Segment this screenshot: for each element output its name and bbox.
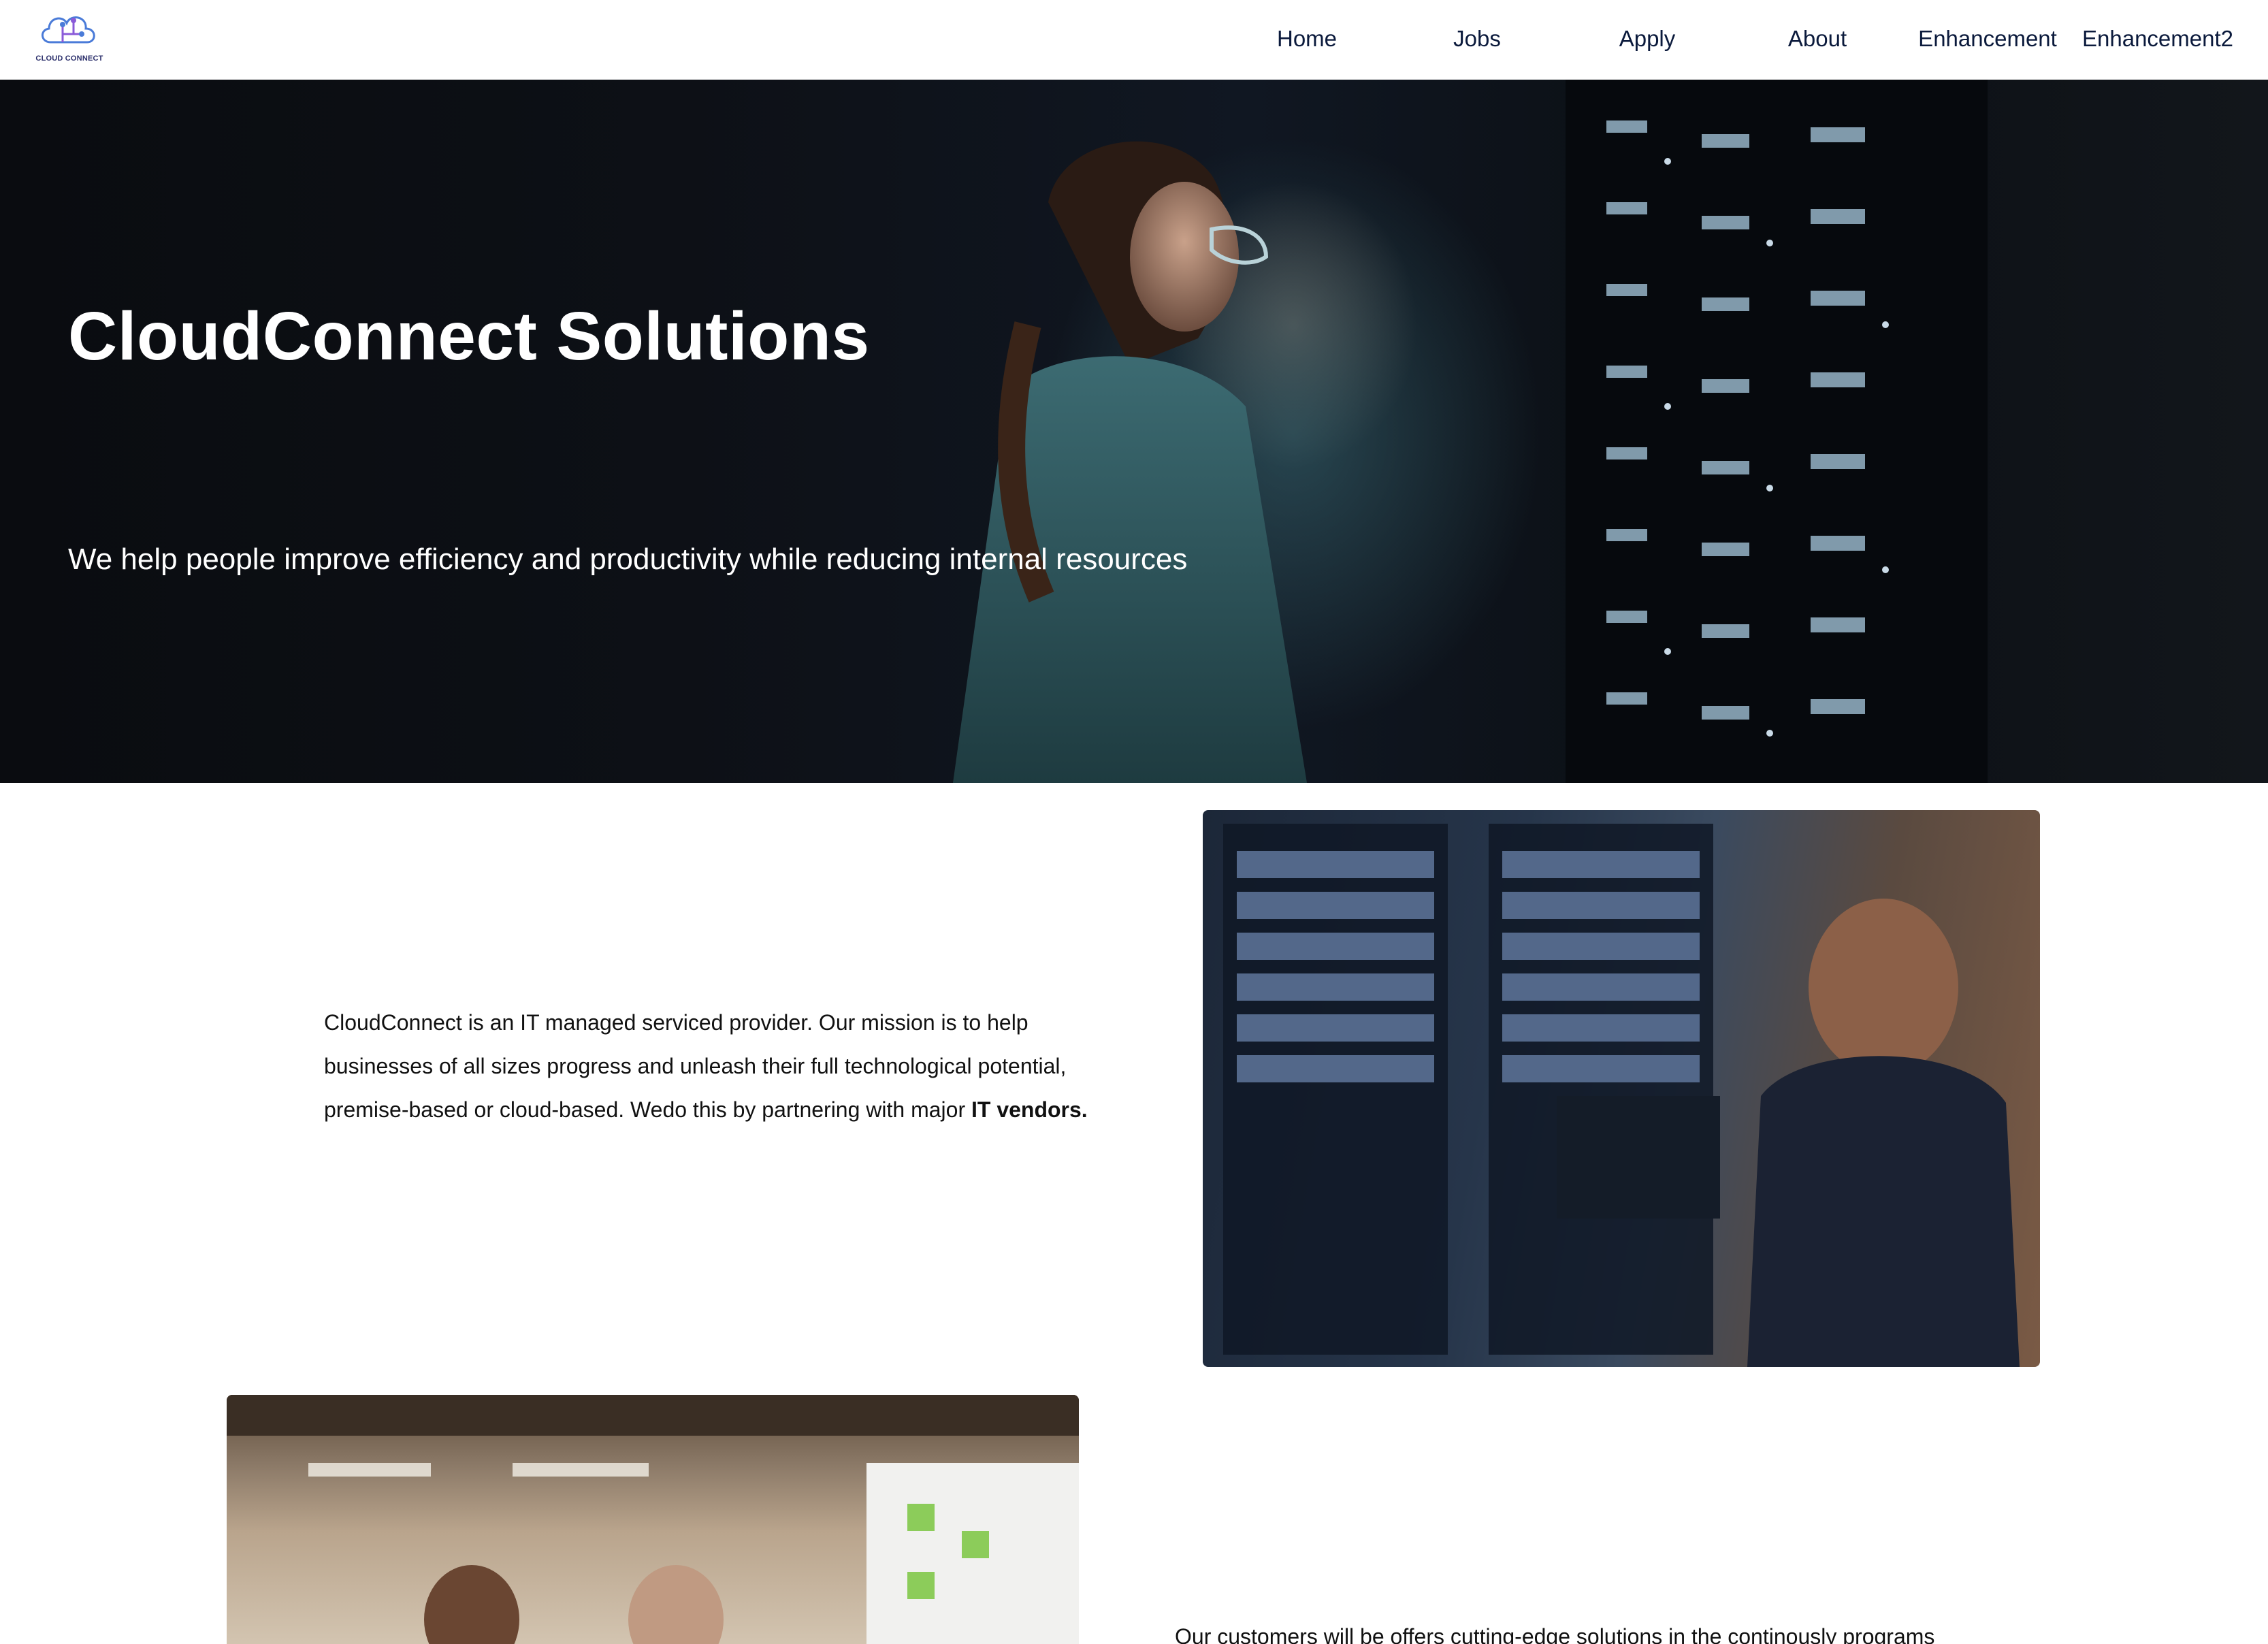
main-nav: Home Jobs Apply About Enhancement Enhanc…: [0, 0, 2268, 80]
customers-text: Our customers will be offers cutting-edg…: [1175, 1624, 1935, 1644]
hero-woman-image: [953, 141, 1307, 783]
page: CLOUD CONNECT Home Jobs Apply About Enha…: [0, 0, 2268, 1644]
nav-apply[interactable]: Apply: [1619, 26, 1676, 52]
team-meeting-image: [227, 1395, 1079, 1644]
nav-enhancement[interactable]: Enhancement: [1918, 26, 2057, 52]
team-image-graphic: [227, 1395, 1079, 1644]
nav-about[interactable]: About: [1788, 26, 1847, 52]
server-technician-image: [1203, 810, 2040, 1367]
hero-title: CloudConnect Solutions: [68, 298, 870, 374]
about-text-bold: IT vendors.: [971, 1097, 1088, 1122]
nav-enhancement2[interactable]: Enhancement2: [2082, 26, 2233, 52]
about-text-main: CloudConnect is an IT managed serviced p…: [324, 1010, 1067, 1122]
header: CLOUD CONNECT Home Jobs Apply About Enha…: [0, 0, 2268, 81]
about-paragraph: CloudConnect is an IT managed serviced p…: [324, 1001, 1107, 1131]
hero-subtitle: We help people improve efficiency and pr…: [68, 543, 1188, 576]
hero-banner: CloudConnect Solutions We help people im…: [0, 80, 2268, 783]
nav-home[interactable]: Home: [1277, 26, 1337, 52]
server-image-graphic: [1223, 824, 2020, 1367]
nav-jobs[interactable]: Jobs: [1453, 26, 1501, 52]
hero-server-rack-image: [1566, 80, 1988, 783]
